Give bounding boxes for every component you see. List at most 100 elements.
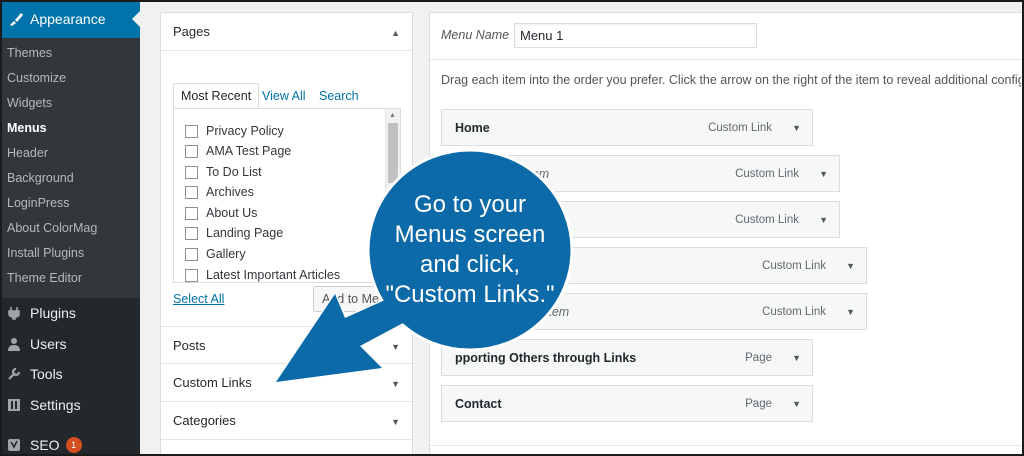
expand-arrow-icon[interactable]: ▼	[391, 342, 400, 352]
accordion-posts[interactable]: Posts ▼	[161, 326, 412, 364]
submenu-widgets[interactable]: Widgets	[7, 96, 52, 110]
sidebar-item-settings[interactable]: Settings	[6, 397, 81, 413]
submenu-about-colormag[interactable]: About ColorMag	[7, 221, 97, 235]
expand-arrow-icon[interactable]: ▼	[391, 417, 400, 427]
menu-item[interactable]: pporting Others through Links Page ▼	[441, 339, 813, 376]
expand-arrow-icon[interactable]: ▼	[792, 399, 801, 409]
paintbrush-icon	[8, 11, 24, 27]
submenu-header[interactable]: Header	[7, 146, 48, 160]
checkbox[interactable]	[185, 144, 198, 158]
pages-tabs: Most Recent View All Search	[173, 83, 401, 109]
scroll-up-icon[interactable]: ▲	[389, 112, 396, 119]
select-all-link[interactable]: Select All	[173, 292, 224, 306]
collapse-arrow-icon[interactable]: ▲	[391, 28, 400, 38]
admin-sidebar: Appearance Themes Customize Widgets Menu…	[0, 0, 140, 456]
menu-item-title: ks sub item	[482, 166, 550, 181]
checkbox[interactable]	[185, 226, 198, 240]
sidebar-item-plugins[interactable]: Plugins	[6, 305, 76, 321]
sidebar-item-label: Tools	[30, 366, 63, 382]
accordion-custom-links[interactable]: Custom Links ▼	[161, 364, 412, 402]
appearance-submenu: Themes Customize Widgets Menus Header Ba…	[0, 38, 140, 298]
submenu-theme-editor[interactable]: Theme Editor	[7, 271, 82, 285]
submenu-customize[interactable]: Customize	[7, 71, 66, 85]
menu-item[interactable]: Home Custom Link ▼	[441, 109, 813, 146]
callout-line: Menus screen	[394, 221, 546, 248]
sidebar-item-label: Appearance	[30, 11, 106, 27]
tab-view-all[interactable]: View All	[262, 83, 306, 109]
page-label: AMA Test Page	[206, 144, 292, 158]
checkbox[interactable]	[185, 165, 198, 179]
list-item[interactable]: Privacy Policy	[185, 124, 284, 138]
menu-item[interactable]: ks sub item Custom Link ▼	[468, 155, 840, 192]
menu-item-type: Custom Link	[708, 121, 772, 134]
submenu-loginpress[interactable]: LoginPress	[7, 196, 70, 210]
page-label: Gallery	[206, 247, 246, 261]
callout-text: Go to your Menus screen and click, "Cust…	[360, 190, 580, 310]
checkbox[interactable]	[185, 247, 198, 261]
sidebar-item-appearance[interactable]: Appearance	[0, 0, 140, 38]
menu-name-label: Menu Name	[441, 28, 510, 42]
expand-arrow-icon[interactable]: ▼	[846, 261, 855, 271]
list-item[interactable]: AMA Test Page	[185, 144, 291, 158]
menu-item-title: Home	[455, 120, 490, 135]
sidebar-item-tools[interactable]: Tools	[6, 366, 63, 382]
divider	[430, 59, 1024, 60]
scrollbar-thumb[interactable]	[388, 123, 398, 183]
sidebar-item-label: Plugins	[30, 305, 76, 321]
sidebar-item-label: Users	[30, 336, 67, 352]
menu-item-type: Page	[745, 351, 772, 364]
sidebar-item-users[interactable]: Users	[6, 336, 67, 352]
notification-badge: 1	[65, 437, 82, 453]
expand-arrow-icon[interactable]: ▼	[819, 169, 828, 179]
accordion-pages[interactable]: Pages ▲	[161, 13, 412, 51]
tab-search[interactable]: Search	[319, 83, 359, 109]
callout-line: and click,	[419, 251, 521, 278]
accordion-title: Custom Links	[173, 375, 252, 390]
menu-item[interactable]: Contact Page ▼	[441, 385, 813, 422]
callout-line: Go to your	[413, 191, 527, 218]
list-item[interactable]: Latest Important Articles	[185, 268, 340, 282]
accordion-title: Pages	[173, 24, 210, 39]
accordion-title: Categories	[173, 413, 236, 428]
submenu-menus[interactable]: Menus	[7, 121, 47, 135]
menu-item-type: Custom Link	[735, 167, 799, 180]
page-label: Privacy Policy	[206, 124, 284, 138]
tab-most-recent[interactable]: Most Recent	[173, 83, 260, 109]
sidebar-item-seo[interactable]: SEO 1	[6, 437, 82, 453]
list-item[interactable]: Gallery	[185, 247, 246, 261]
menu-item-type: Custom Link	[735, 213, 799, 226]
expand-arrow-icon[interactable]: ▼	[792, 353, 801, 363]
menu-item-title: Contact	[455, 396, 502, 411]
list-item[interactable]: To Do List	[185, 165, 262, 179]
checkbox[interactable]	[185, 268, 198, 282]
drag-instructions: Drag each item into the order you prefer…	[441, 73, 1021, 87]
list-item[interactable]: About Us	[185, 206, 257, 220]
checkbox[interactable]	[185, 124, 198, 138]
sub-item-label: sub item	[501, 166, 550, 181]
user-icon	[6, 336, 22, 352]
expand-arrow-icon[interactable]: ▼	[846, 307, 855, 317]
list-item[interactable]: Landing Page	[185, 226, 283, 240]
current-indicator	[132, 11, 140, 27]
accordion-categories[interactable]: Categories ▼	[161, 402, 412, 440]
yoast-icon	[6, 437, 22, 453]
page-label: Archives	[206, 185, 254, 199]
sidebar-item-label: Settings	[30, 397, 81, 413]
expand-arrow-icon[interactable]: ▼	[819, 215, 828, 225]
submenu-themes[interactable]: Themes	[7, 46, 52, 60]
submenu-install-plugins[interactable]: Install Plugins	[7, 246, 84, 260]
page-label: About Us	[206, 206, 258, 220]
submenu-background[interactable]: Background	[7, 171, 74, 185]
expand-arrow-icon[interactable]: ▼	[391, 379, 400, 389]
settings-icon	[6, 397, 22, 413]
wrench-icon	[6, 366, 22, 382]
callout-line: "Custom Links."	[385, 281, 555, 308]
page-label: To Do List	[206, 165, 262, 179]
menu-item-type: Custom Link	[762, 305, 826, 318]
menu-name-input[interactable]	[514, 23, 757, 48]
checkbox[interactable]	[185, 206, 198, 220]
checkbox[interactable]	[185, 185, 198, 199]
page-label: Landing Page	[206, 226, 284, 240]
list-item[interactable]: Archives	[185, 185, 254, 199]
expand-arrow-icon[interactable]: ▼	[792, 123, 801, 133]
